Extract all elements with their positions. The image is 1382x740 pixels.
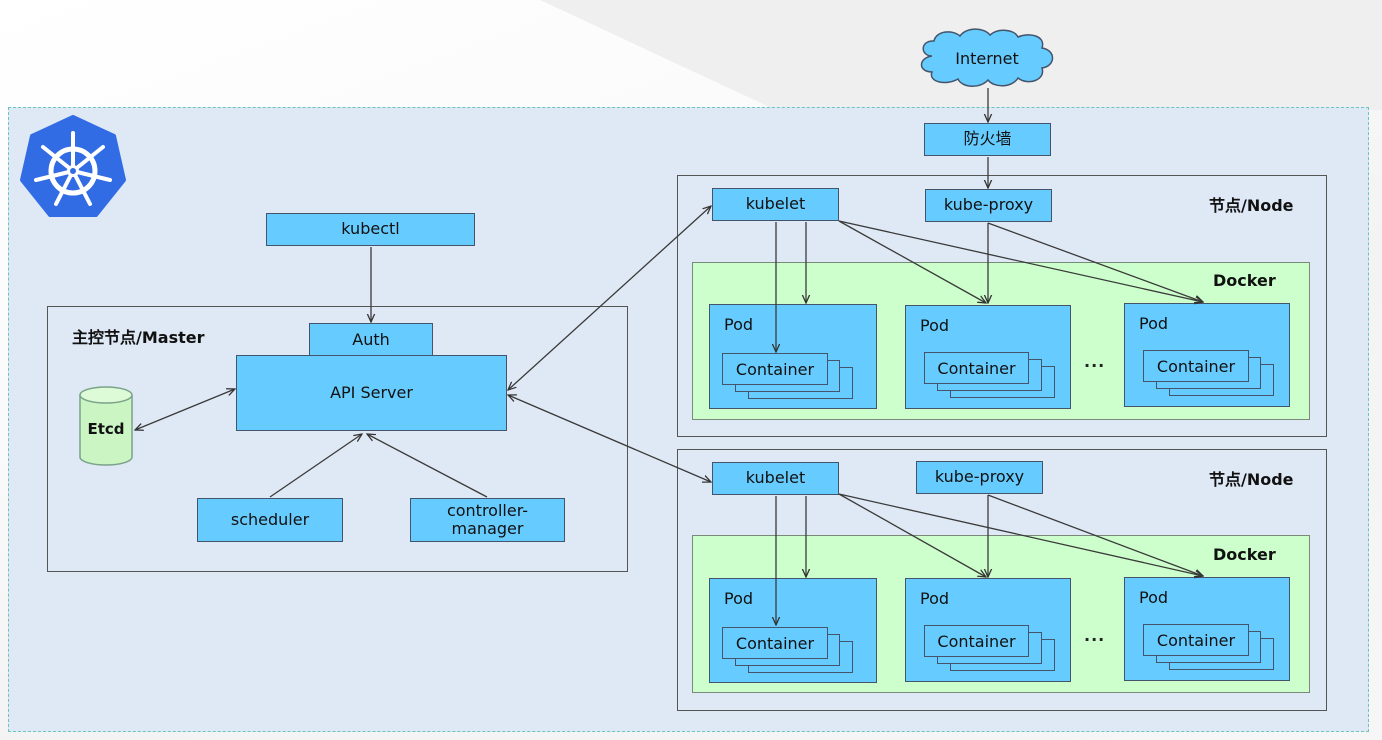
node-2-pod-2[interactable]: Pod Container (905, 578, 1071, 682)
node-1-pod-2-container[interactable]: Container (924, 352, 1029, 384)
kubernetes-logo-icon (20, 115, 126, 217)
api-server-box[interactable]: API Server (236, 355, 507, 431)
node-1-kube-proxy-box[interactable]: kube-proxy (925, 189, 1052, 222)
node-1-pod-1[interactable]: Pod Container (709, 304, 877, 409)
pod-label: Pod (1139, 314, 1169, 333)
node-2-title: 节点/Node (1209, 470, 1294, 489)
pod-label: Pod (920, 589, 950, 608)
firewall-box[interactable]: 防火墙 (924, 123, 1051, 156)
node-2-kubelet-box[interactable]: kubelet (712, 462, 839, 495)
etcd-database[interactable]: Etcd (78, 385, 134, 467)
node-2-kube-proxy-box[interactable]: kube-proxy (916, 461, 1043, 494)
pod-label: Pod (724, 589, 754, 608)
node-2-pod-1[interactable]: Pod Container (709, 578, 877, 683)
node-1-pod-3[interactable]: Pod Container (1124, 303, 1290, 407)
pod-label: Pod (724, 315, 754, 334)
node-1-more-pods-ellipsis: ··· (1084, 356, 1106, 375)
pod-label: Pod (920, 316, 950, 335)
node-1-kubelet-box[interactable]: kubelet (712, 188, 839, 221)
node-2-pod-1-container[interactable]: Container (722, 627, 828, 659)
node-2-pod-2-container[interactable]: Container (924, 625, 1029, 657)
node-1-docker-label: Docker (1213, 271, 1276, 290)
etcd-label: Etcd (87, 420, 125, 438)
node-1-pod-2[interactable]: Pod Container (905, 305, 1071, 409)
internet-label: Internet (955, 48, 1019, 68)
node-2-more-pods-ellipsis: ··· (1084, 630, 1106, 649)
node-2-pod-3[interactable]: Pod Container (1124, 577, 1290, 681)
controller-manager-box[interactable]: controller- manager (410, 498, 565, 542)
master-title: 主控节点/Master (72, 328, 205, 347)
node-1-pod-3-container[interactable]: Container (1143, 350, 1249, 382)
node-1-title: 节点/Node (1209, 196, 1294, 215)
kubectl-box[interactable]: kubectl (266, 213, 475, 246)
auth-box[interactable]: Auth (309, 323, 433, 357)
scheduler-box[interactable]: scheduler (197, 498, 343, 542)
node-1-pod-1-container[interactable]: Container (722, 353, 828, 385)
node-2-docker-label: Docker (1213, 545, 1276, 564)
pod-label: Pod (1139, 588, 1169, 607)
node-2-pod-3-container[interactable]: Container (1143, 624, 1249, 656)
